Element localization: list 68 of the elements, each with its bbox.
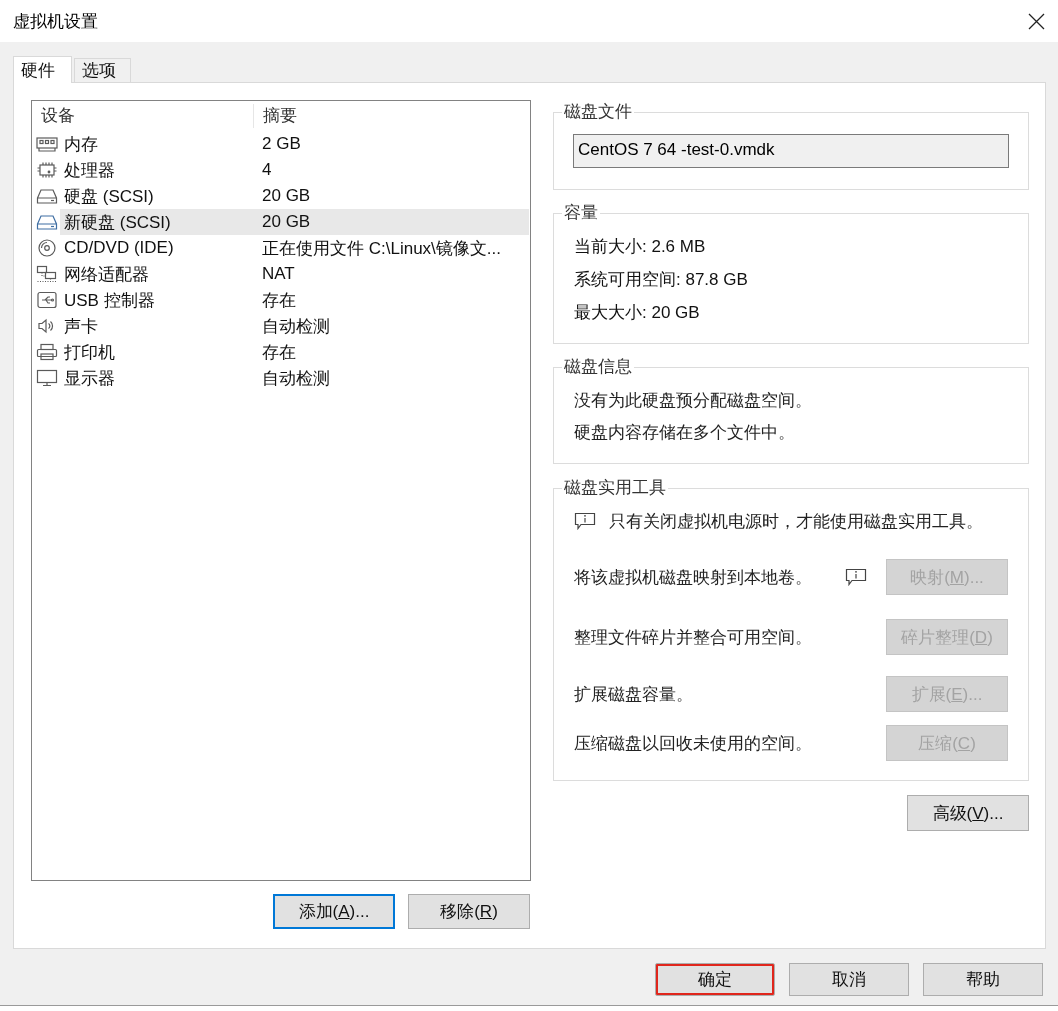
device-name: 处理器 — [63, 159, 116, 182]
usb-icon — [36, 291, 58, 309]
device-row[interactable]: 网络适配器 NAT — [60, 261, 529, 287]
processor-icon — [36, 161, 58, 179]
group-title: 容量 — [563, 203, 599, 223]
group-title: 磁盘文件 — [563, 102, 633, 122]
add-button[interactable]: 添加(A)... — [273, 894, 395, 929]
device-row[interactable]: USB 控制器 存在 — [60, 287, 529, 313]
device-summary: 20 GB — [262, 186, 311, 206]
disk-icon — [36, 213, 58, 231]
group-title: 磁盘信息 — [563, 357, 633, 377]
memory-icon — [36, 135, 58, 153]
device-row[interactable]: CD/DVD (IDE) 正在使用文件 C:\Linux\镜像文... — [60, 235, 529, 261]
printer-icon — [36, 343, 58, 361]
device-name: 内存 — [63, 133, 99, 156]
utility-description: 将该虚拟机磁盘映射到本地卷。 — [574, 566, 813, 589]
close-button[interactable] — [1028, 12, 1045, 30]
device-row[interactable]: 处理器 4 — [60, 157, 529, 183]
remove-button[interactable]: 移除(R) — [408, 894, 530, 929]
device-name: 声卡 — [63, 315, 99, 338]
device-name: 硬盘 (SCSI) — [63, 185, 155, 208]
advanced-button[interactable]: 高级(V)... — [907, 795, 1029, 831]
device-name: 网络适配器 — [63, 263, 150, 286]
device-row[interactable]: 内存 2 GB — [60, 131, 529, 157]
info-text: 没有为此硬盘预分配磁盘空间。 — [574, 390, 813, 412]
device-name: 显示器 — [63, 367, 116, 390]
device-summary: 2 GB — [262, 134, 301, 154]
summary-column-header[interactable]: 摘要 — [254, 104, 297, 128]
device-column-header[interactable]: 设备 — [32, 104, 254, 128]
display-icon — [36, 369, 58, 387]
device-row[interactable]: 声卡 自动检测 — [60, 313, 529, 339]
device-summary: NAT — [262, 264, 295, 284]
device-row[interactable]: 新硬盘 (SCSI) 20 GB — [60, 209, 529, 235]
device-summary: 自动检测 — [262, 315, 330, 338]
device-name: CD/DVD (IDE) — [63, 238, 175, 258]
device-name: USB 控制器 — [63, 289, 156, 312]
info-bubble-icon — [574, 512, 596, 530]
notice-text: 只有关闭虚拟机电源时，才能使用磁盘实用工具。 — [609, 510, 983, 533]
cd-icon — [36, 239, 58, 257]
disk-icon — [36, 187, 58, 205]
help-button[interactable]: 帮助 — [923, 963, 1043, 996]
device-row[interactable]: 打印机 存在 — [60, 339, 529, 365]
device-summary: 自动检测 — [262, 367, 330, 390]
ok-button[interactable]: 确定 — [655, 963, 775, 996]
file-path-field[interactable]: CentOS 7 64 -test-0.vmdk — [573, 134, 1009, 168]
capacity-text: 系统可用空间: 87.8 GB — [574, 269, 749, 291]
tab[interactable]: 选项 — [74, 58, 131, 82]
device-name: 打印机 — [63, 341, 116, 364]
group-title: 磁盘实用工具 — [563, 478, 667, 498]
tab[interactable]: 硬件 — [13, 56, 72, 83]
utility-description: 压缩磁盘以回收未使用的空间。 — [574, 732, 813, 755]
device-row[interactable]: 硬盘 (SCSI) 20 GB — [60, 183, 529, 209]
network-icon — [36, 265, 58, 283]
device-row[interactable]: 显示器 自动检测 — [60, 365, 529, 391]
window-title: 虚拟机设置 — [13, 10, 98, 33]
device-summary: 存在 — [262, 341, 296, 364]
info-text: 硬盘内容存储在多个文件中。 — [574, 422, 796, 444]
utility-description: 整理文件碎片并整合可用空间。 — [574, 626, 813, 649]
close-icon — [1028, 12, 1045, 30]
device-summary: 正在使用文件 C:\Linux\镜像文... — [262, 237, 501, 260]
capacity-text: 当前大小: 2.6 MB — [574, 236, 707, 258]
device-name: 新硬盘 (SCSI) — [63, 211, 172, 234]
utility-description: 扩展磁盘容量。 — [574, 683, 694, 706]
cancel-button[interactable]: 取消 — [789, 963, 909, 996]
capacity-text: 最大大小: 20 GB — [574, 302, 701, 324]
device-summary: 20 GB — [262, 212, 311, 232]
device-summary: 存在 — [262, 289, 296, 312]
device-summary: 4 — [262, 160, 272, 180]
